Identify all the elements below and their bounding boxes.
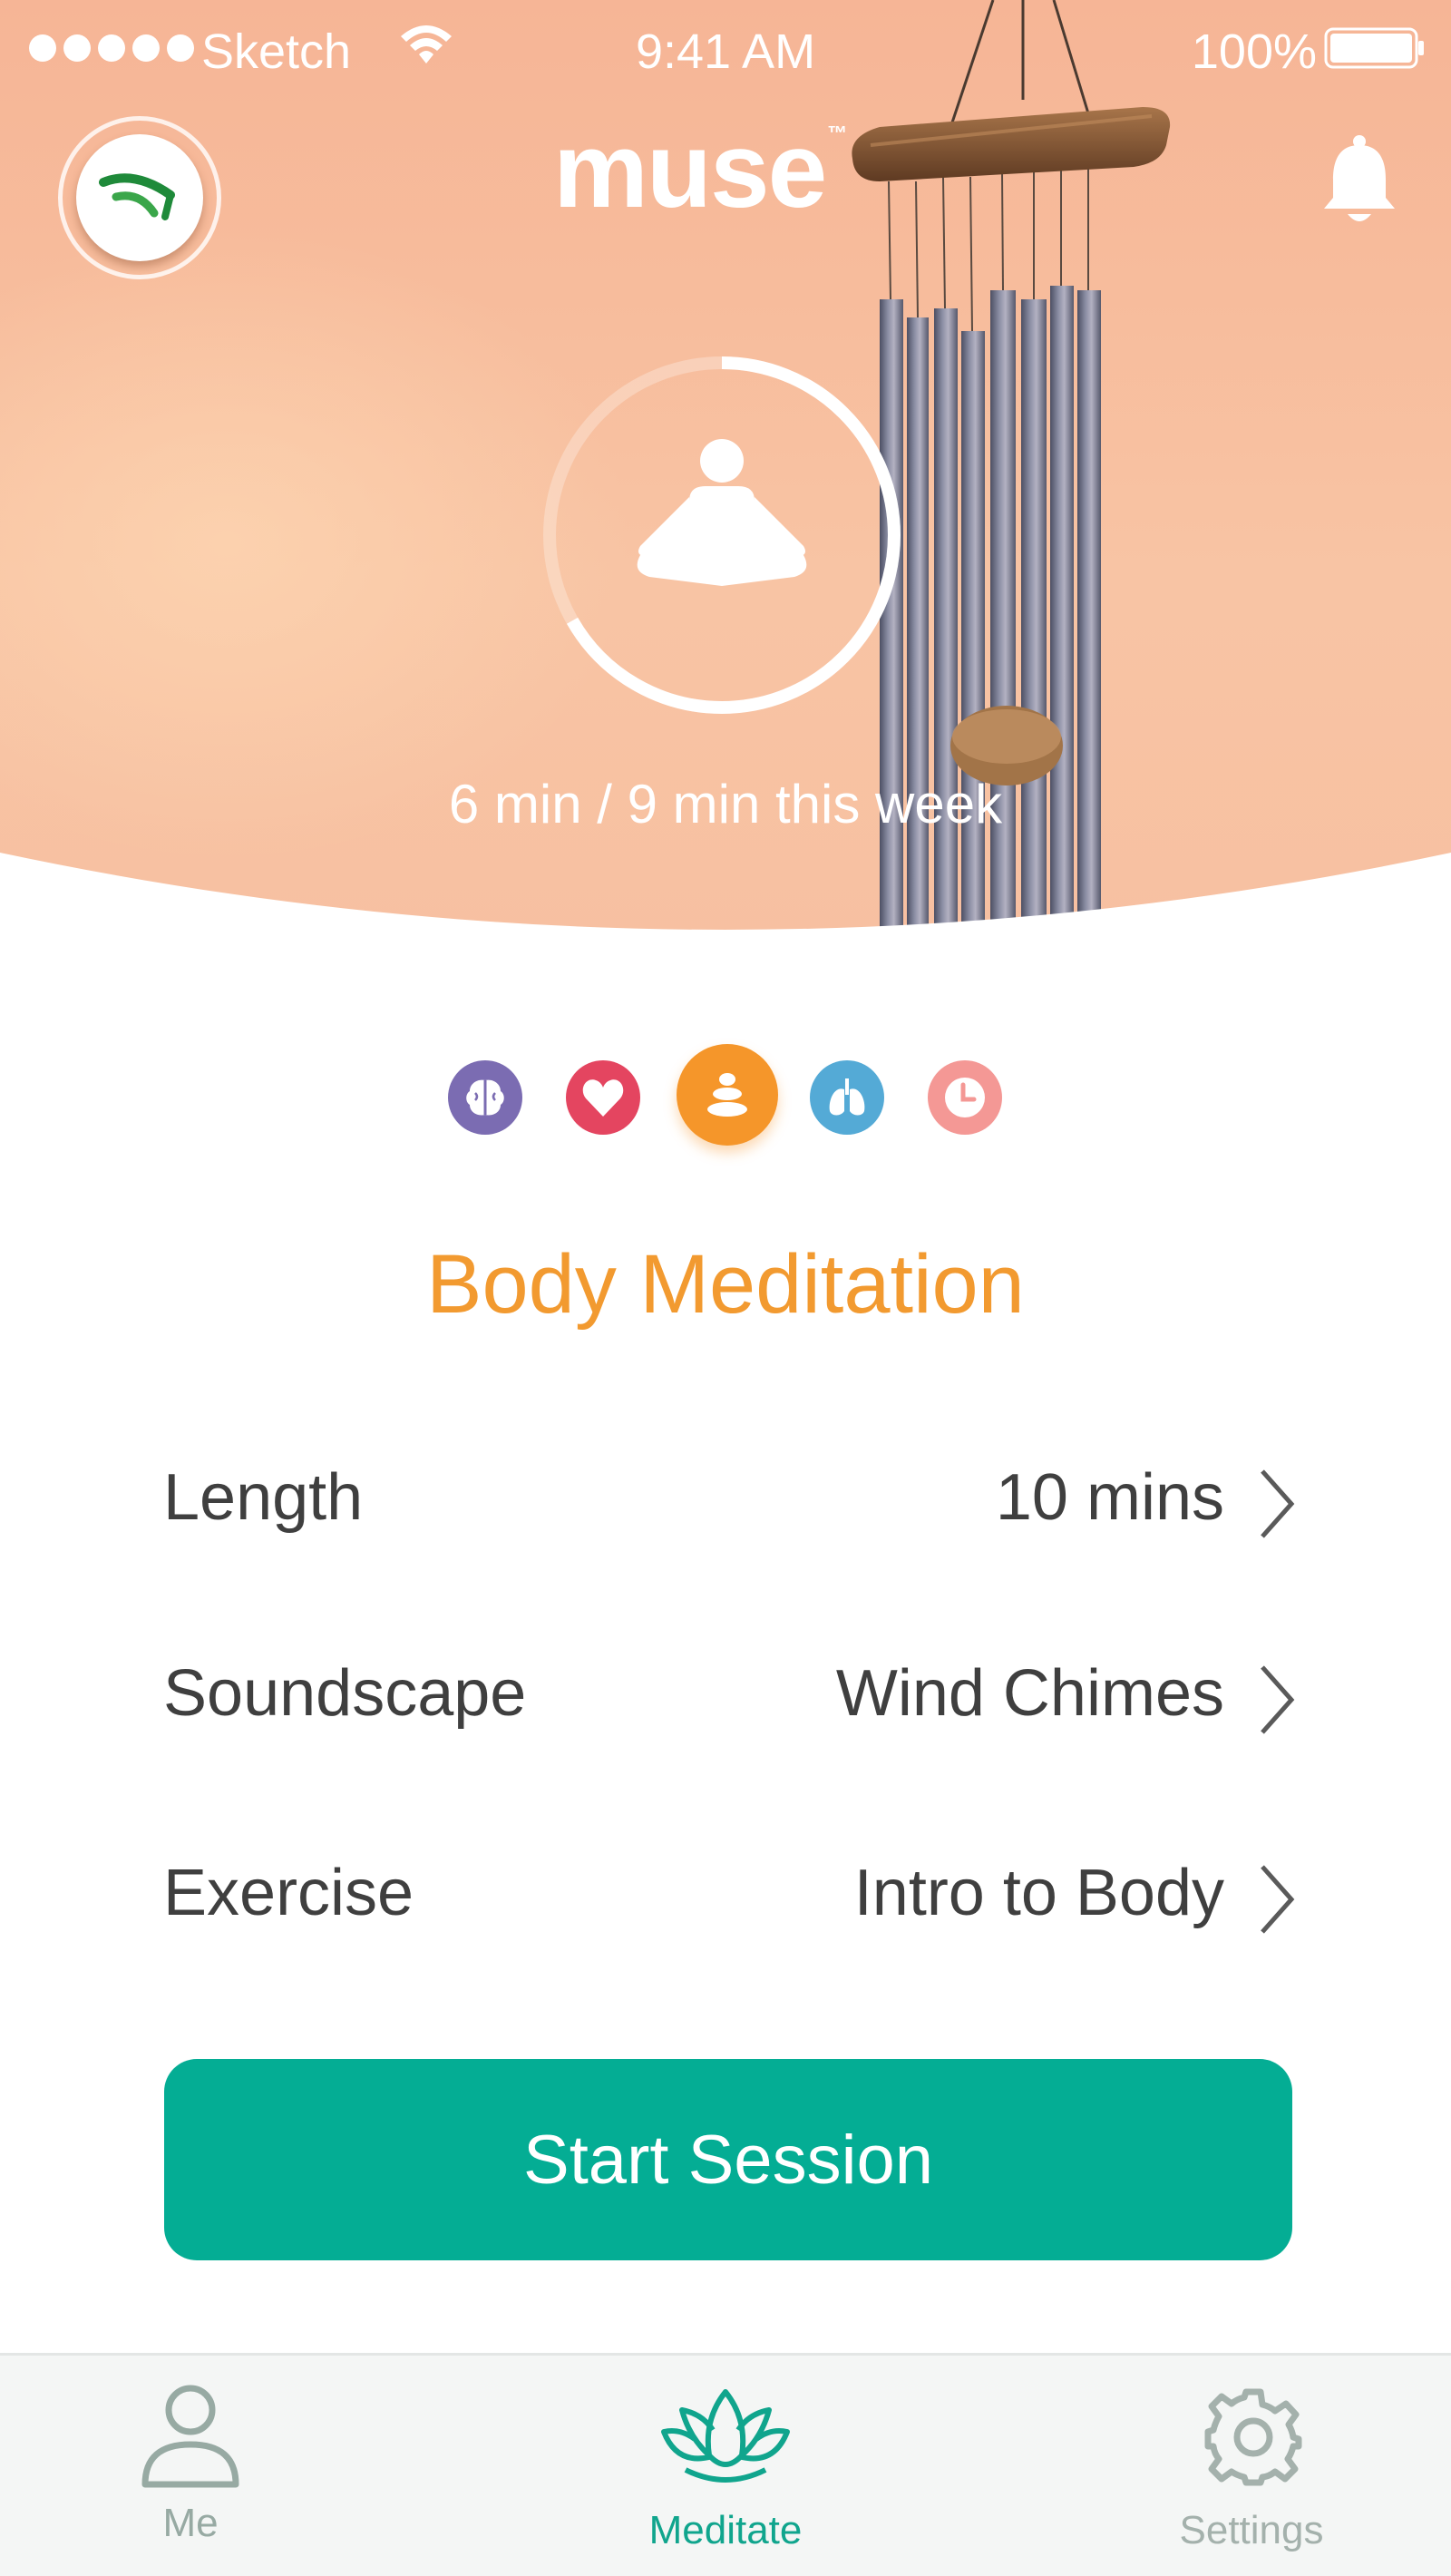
notification-bell-icon[interactable]	[1319, 134, 1400, 229]
hero-curve	[0, 853, 1451, 961]
person-icon	[141, 2385, 239, 2488]
tab-meditate[interactable]: Meditate	[617, 2356, 834, 2576]
chevron-right-icon	[1261, 1865, 1295, 1934]
chevron-right-icon	[1261, 1665, 1295, 1734]
category-timer-button[interactable]	[928, 1060, 1002, 1135]
soundscape-label: Soundscape	[163, 1657, 527, 1730]
brain-icon	[466, 1079, 504, 1116]
tab-meditate-label: Meditate	[648, 2508, 803, 2552]
tab-settings[interactable]: Settings	[1134, 2356, 1369, 2576]
weekly-minutes-summary: 6 min / 9 min this week	[448, 774, 1003, 834]
exercise-label: Exercise	[163, 1857, 414, 1929]
soundscape-value: Wind Chimes	[835, 1657, 1224, 1730]
headband-connection-button[interactable]	[58, 116, 221, 279]
lotus-icon	[661, 2389, 790, 2483]
session-title: Body Meditation	[426, 1238, 1025, 1331]
chevron-right-icon	[1261, 1469, 1295, 1538]
hero-glow	[0, 227, 635, 862]
exercise-option-row[interactable]: Exercise Intro to Body	[163, 1830, 1297, 1939]
muse-logo: muse™	[553, 111, 847, 230]
stones-icon	[707, 1073, 747, 1117]
tab-me[interactable]: Me	[91, 2356, 290, 2576]
status-bar: Sketch 9:41 AM 100%	[0, 0, 1451, 100]
tab-settings-label: Settings	[1179, 2508, 1324, 2552]
gear-icon	[1204, 2388, 1302, 2486]
weekly-progress-ring	[543, 356, 901, 714]
category-heart-button[interactable]	[566, 1060, 640, 1135]
category-body-button[interactable]	[677, 1044, 778, 1146]
start-session-button[interactable]: Start Session	[164, 2059, 1292, 2260]
battery-icon	[1324, 27, 1424, 69]
category-lungs-button[interactable]	[810, 1060, 884, 1135]
tab-me-label: Me	[162, 2501, 219, 2545]
battery-percentage: 100%	[1191, 24, 1317, 79]
heart-icon	[582, 1079, 624, 1117]
soundscape-option-row[interactable]: Soundscape Wind Chimes	[163, 1631, 1297, 1740]
headband-icon	[99, 173, 175, 220]
meditating-person-icon	[637, 439, 807, 586]
length-value: 10 mins	[995, 1461, 1224, 1534]
lungs-icon	[829, 1078, 865, 1116]
category-brain-button[interactable]	[448, 1060, 522, 1135]
clock-icon	[945, 1078, 985, 1117]
exercise-value: Intro to Body	[853, 1857, 1224, 1929]
length-label: Length	[163, 1461, 364, 1534]
bottom-tab-bar: Me Meditate Settings	[0, 2353, 1451, 2576]
length-option-row[interactable]: Length 10 mins	[163, 1435, 1297, 1544]
